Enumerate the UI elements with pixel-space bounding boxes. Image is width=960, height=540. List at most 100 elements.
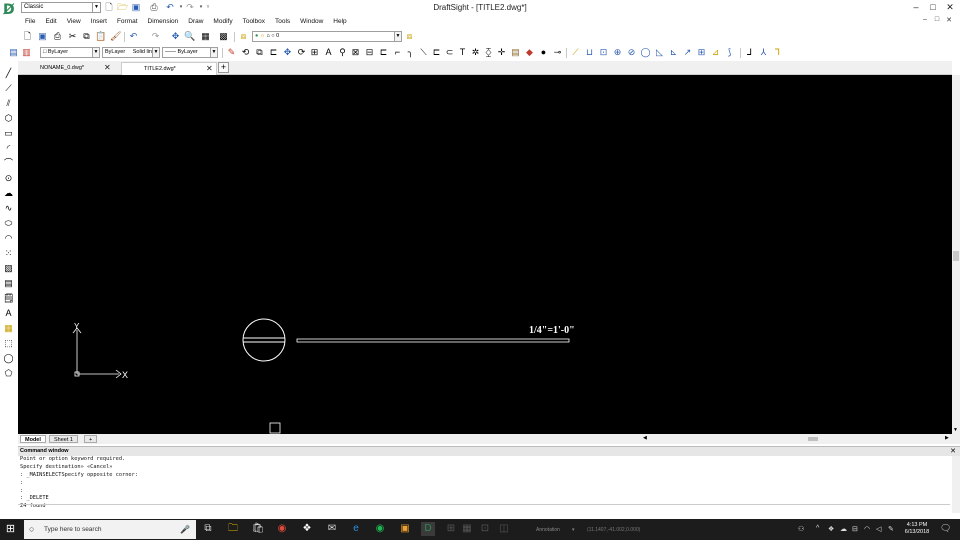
- lineweight-select[interactable]: —— ByLayer ▼: [162, 47, 218, 58]
- vertical-scrollbar-thumb[interactable]: [953, 251, 959, 261]
- menu-tools[interactable]: Tools: [270, 16, 295, 28]
- spotify-icon[interactable]: ◉: [373, 522, 387, 536]
- bomb-icon[interactable]: ●: [538, 47, 549, 58]
- rotate-icon[interactable]: ⟳: [296, 47, 307, 58]
- zoom-icon[interactable]: 🔍: [184, 31, 195, 42]
- note-icon[interactable]: 🗒: [3, 293, 14, 304]
- store-icon[interactable]: 🛍: [251, 522, 265, 536]
- revision-cloud-icon[interactable]: ☁: [3, 188, 14, 199]
- print-icon[interactable]: ⎙: [52, 31, 63, 42]
- network-icon[interactable]: ⊟: [852, 525, 858, 533]
- edit-dimension-icon[interactable]: ⟆: [724, 47, 735, 58]
- redo-icon[interactable]: ↷: [185, 2, 195, 12]
- chevron-down-icon[interactable]: ▼: [92, 3, 100, 12]
- menu-view[interactable]: View: [62, 16, 86, 28]
- workspace-select[interactable]: Classic ▼: [21, 2, 101, 13]
- layer-select[interactable]: ● ☼ ⌂ ○ 0 ▼: [252, 31, 402, 42]
- close-icon[interactable]: ✕: [950, 447, 956, 456]
- linear-dimension-icon[interactable]: ⊔: [584, 47, 595, 58]
- workspace-status[interactable]: Annotation: [536, 527, 560, 533]
- mail-icon[interactable]: ✉: [325, 522, 339, 536]
- horizontal-scrollbar-thumb[interactable]: [808, 437, 818, 441]
- simple-note-icon[interactable]: A: [3, 308, 14, 319]
- chrome-icon[interactable]: ◉: [275, 522, 289, 536]
- print-icon[interactable]: ⎙: [149, 2, 159, 12]
- explode-entity-icon[interactable]: ✲: [470, 47, 481, 58]
- minimize-button[interactable]: –: [908, 1, 924, 13]
- point-icon[interactable]: ⁙: [3, 248, 14, 259]
- file-explorer-icon[interactable]: 🗀: [226, 522, 240, 536]
- dropbox-tray-icon[interactable]: ❖: [828, 525, 834, 533]
- doc-tab-title2[interactable]: TITLE2.dwg* ✕: [121, 62, 217, 75]
- trim-icon[interactable]: ⊠: [350, 47, 361, 58]
- arc-3pt-icon[interactable]: ⌒: [3, 158, 14, 169]
- ucs-icon[interactable]: ⅃: [744, 47, 755, 58]
- menu-toolbox[interactable]: Toolbox: [238, 16, 270, 28]
- doc-close-button[interactable]: ✕: [944, 16, 954, 26]
- baseline-dimension-icon[interactable]: ⊾: [668, 47, 679, 58]
- menu-help[interactable]: Help: [328, 16, 351, 28]
- tolerance-icon[interactable]: ⊞: [696, 47, 707, 58]
- pan-icon[interactable]: ✥: [170, 31, 181, 42]
- align-icon[interactable]: ⊂: [444, 47, 455, 58]
- fillet-icon[interactable]: ╮: [405, 47, 416, 58]
- chevron-down-icon[interactable]: ▼: [394, 32, 401, 41]
- aligned-dimension-icon[interactable]: ⊡: [598, 47, 609, 58]
- doc-tab-noname[interactable]: NONAME_0.dwg* ✕: [18, 62, 118, 75]
- diameter-dimension-icon[interactable]: ⊘: [626, 47, 637, 58]
- donut-icon[interactable]: ◯: [3, 353, 14, 364]
- spline-icon[interactable]: ∿: [3, 203, 14, 214]
- menu-dimension[interactable]: Dimension: [143, 16, 184, 28]
- open-folder-icon[interactable]: 🗁: [117, 2, 128, 12]
- save-icon[interactable]: ▣: [37, 31, 48, 42]
- copy-icon[interactable]: ⧉: [81, 31, 92, 42]
- menu-file[interactable]: File: [20, 16, 40, 28]
- menu-modify[interactable]: Modify: [208, 16, 237, 28]
- close-icon[interactable]: ✕: [206, 63, 213, 75]
- cut-icon[interactable]: ✂: [67, 31, 78, 42]
- drawing-canvas[interactable]: Y X 1/4"=1'-0": [18, 75, 952, 434]
- scale-icon[interactable]: A: [323, 47, 334, 58]
- ucs-origin-icon[interactable]: ⅄: [758, 47, 769, 58]
- line-icon[interactable]: ╱: [3, 68, 14, 79]
- mirror-icon[interactable]: ⧉: [254, 47, 265, 58]
- chevron-down-icon[interactable]: ▾: [572, 527, 575, 533]
- scroll-right-icon[interactable]: ▶: [945, 435, 949, 441]
- boundary-icon[interactable]: ⬠: [3, 368, 14, 379]
- extend-icon[interactable]: ⊟: [364, 47, 375, 58]
- new-tab-button[interactable]: +: [218, 62, 229, 73]
- stretch-icon[interactable]: ⚲: [337, 47, 348, 58]
- layers-icon[interactable]: ▩: [218, 31, 229, 42]
- arc-icon[interactable]: ◜: [3, 143, 14, 154]
- menu-window[interactable]: Window: [295, 16, 328, 28]
- polygon-icon[interactable]: ⬡: [3, 113, 14, 124]
- menu-draw[interactable]: Draw: [183, 16, 208, 28]
- new-file-icon[interactable]: 🗋: [22, 31, 33, 42]
- layer-previous-icon[interactable]: ⧈: [404, 31, 415, 42]
- pattern-icon[interactable]: ⧰: [483, 47, 494, 58]
- format-painter-icon[interactable]: 🖌: [110, 31, 121, 42]
- pen-icon[interactable]: ✎: [888, 525, 894, 533]
- windows-start-icon[interactable]: ⊞: [4, 523, 17, 536]
- wifi-icon[interactable]: ◠: [864, 525, 870, 533]
- onedrive-icon[interactable]: ☁: [840, 525, 847, 533]
- rectangle-icon[interactable]: ▭: [3, 128, 14, 139]
- block-icon[interactable]: ▤: [8, 47, 19, 58]
- explode-icon[interactable]: ⊏: [431, 47, 442, 58]
- add-layout-button[interactable]: +: [84, 435, 98, 443]
- color-select[interactable]: □ ByLayer ▼: [40, 47, 100, 58]
- tab-sheet-1[interactable]: Sheet 1: [49, 435, 78, 443]
- ucs-previous-icon[interactable]: ⅂: [772, 47, 783, 58]
- paste-icon[interactable]: 📋: [95, 31, 106, 42]
- polyline-icon[interactable]: ⫽: [3, 98, 14, 109]
- chevron-down-icon[interactable]: ▼: [152, 48, 159, 57]
- redo-icon[interactable]: ↷: [150, 31, 161, 42]
- edge-icon[interactable]: e: [349, 522, 363, 536]
- offset-icon[interactable]: ⊏: [268, 47, 279, 58]
- vertical-scrollbar[interactable]: ▼: [952, 75, 960, 434]
- notifications-icon[interactable]: 🗨: [940, 523, 951, 534]
- insert-block-icon[interactable]: ▥: [21, 47, 32, 58]
- array-icon[interactable]: ⊞: [309, 47, 320, 58]
- scroll-down-icon[interactable]: ▼: [953, 427, 958, 433]
- chamfer-icon[interactable]: ⟍: [418, 47, 429, 58]
